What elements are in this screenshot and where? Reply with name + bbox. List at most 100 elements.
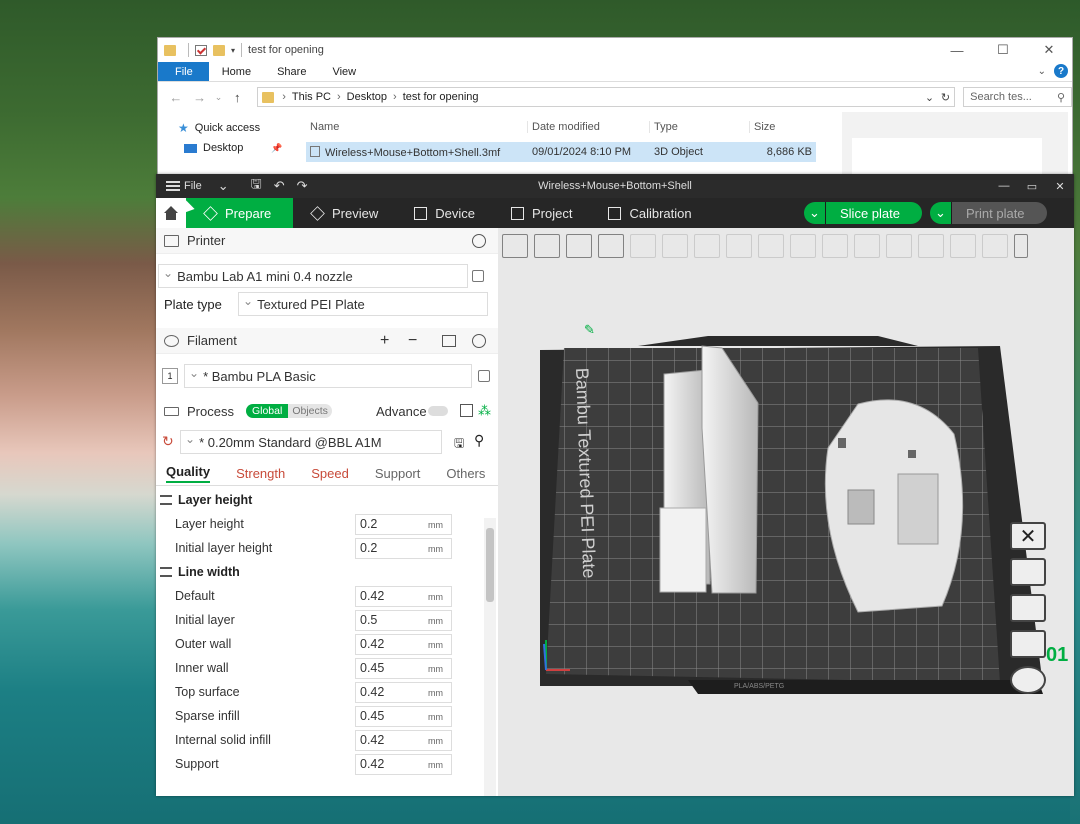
tab-home[interactable]: Home [209,62,264,81]
delete-icon[interactable]: ✕ [1010,522,1046,550]
edit-icon[interactable] [472,270,484,282]
redo-icon[interactable]: ↷ [297,178,308,194]
address-dropdown-icon[interactable]: ⌄ [925,91,934,104]
minimize-icon[interactable]: — [934,38,980,62]
close-icon[interactable]: ✕ [1046,174,1074,198]
filament-select[interactable]: * Bambu PLA Basic [184,364,472,388]
tab-share[interactable]: Share [264,62,319,81]
slice-plate-button[interactable]: ⌄ Slice plate [804,202,922,224]
breadcrumb-desktop[interactable]: Desktop [347,91,387,103]
menu-icon[interactable] [166,181,180,191]
part-detail [838,438,846,448]
tab-file[interactable]: File [158,62,209,81]
process-preset-select[interactable]: * 0.20mm Standard @BBL A1M [180,430,442,454]
plate-settings-icon[interactable] [1010,666,1046,694]
slice-dropdown-icon[interactable]: ⌄ [804,202,826,224]
column-size[interactable]: Size [750,121,816,133]
param-unit: mm [428,712,443,722]
search-placeholder: Search tes... [970,91,1032,103]
back-arrow-icon[interactable]: ← [166,90,186,105]
plate-preview-icon[interactable] [1010,558,1046,586]
scrollbar[interactable] [484,518,496,796]
param-row: Top surface 0.42 mm [156,680,498,704]
save-icon[interactable]: 🖫 [251,175,262,197]
lock-icon[interactable] [1010,630,1046,658]
tab-quality[interactable]: Quality [166,464,211,483]
param-unit: mm [428,616,443,626]
tab-device[interactable]: Device [396,198,493,228]
tab-view[interactable]: View [319,62,369,81]
maximize-icon[interactable]: ☐ [980,38,1026,62]
part-mouse-shell[interactable] [824,399,964,613]
refresh-icon[interactable]: ↻ [941,91,950,104]
column-date[interactable]: Date modified [528,121,650,133]
maximize-icon[interactable]: ▭ [1018,174,1046,198]
recent-dropdown-icon[interactable]: ⌄ [214,92,224,103]
search-icon[interactable]: ⚲ [474,432,484,449]
remove-filament-icon[interactable]: − [408,332,417,350]
tab-prepare[interactable]: Prepare [186,198,293,228]
scrollbar-thumb[interactable] [486,528,494,602]
help-icon[interactable]: ? [1054,64,1068,78]
print-plate-button[interactable]: ⌄ Print plate [930,202,1047,224]
properties-icon[interactable] [195,44,207,56]
address-box[interactable]: › This PC › Desktop › test for opening ⌄… [257,87,956,107]
global-option[interactable]: Global [245,404,289,418]
close-icon[interactable]: ✕ [1026,38,1072,62]
up-arrow-icon[interactable]: ↑ [227,90,247,105]
part-block[interactable] [659,507,707,593]
tab-preview[interactable]: Preview [293,198,396,228]
objects-option[interactable]: Objects [288,404,332,418]
tab-strength[interactable]: Strength [236,466,285,481]
tab-others[interactable]: Others [446,466,485,481]
tab-project[interactable]: Project [493,198,590,228]
ribbon-expand-icon[interactable]: ⌄ [1038,66,1046,77]
param-row: Outer wall 0.42 mm [156,632,498,656]
file-name: Wireless+Mouse+Bottom+Shell.3mf [306,145,528,159]
gear-icon[interactable] [472,334,486,348]
file-menu[interactable]: File [184,180,202,192]
column-name[interactable]: Name [306,121,528,133]
minimize-icon[interactable]: — [990,174,1018,198]
tab-calibration[interactable]: Calibration [590,198,709,228]
save-preset-icon[interactable]: 🖫 [454,434,464,455]
column-type[interactable]: Type [650,121,750,133]
nav-desktop[interactable]: Desktop 📌 [178,138,283,158]
undo-icon[interactable]: ↶ [274,178,285,194]
customize-qa-icon[interactable]: ▾ [231,46,235,55]
nav-quick-access[interactable]: ★ Quick access [178,118,283,138]
param-label: Outer wall [175,637,232,651]
search-input[interactable]: Search tes... ⚲ [963,87,1072,107]
tab-speed[interactable]: Speed [311,466,349,481]
new-folder-icon[interactable] [213,44,225,56]
filament-slot: 1 [162,368,178,384]
add-filament-icon[interactable]: + [380,332,389,350]
advance-toggle[interactable] [428,406,448,416]
tab-label: Project [532,205,573,221]
print-dropdown-icon[interactable]: ⌄ [930,202,952,224]
3d-viewport[interactable]: ✎ PLA/ABS/PETG Bambu Textured PEI Plate [498,228,1074,796]
printer-select[interactable]: Bambu Lab A1 mini 0.4 nozzle [158,264,468,288]
tab-support[interactable]: Support [375,466,421,481]
global-objects-toggle[interactable]: Global Objects [245,404,332,418]
breadcrumb-folder[interactable]: test for opening [403,91,479,103]
gear-icon[interactable] [472,234,486,248]
compare-icon[interactable] [460,404,473,417]
file-row[interactable]: Wireless+Mouse+Bottom+Shell.3mf 09/01/20… [306,142,816,162]
explorer-title: test for opening [248,44,324,56]
filament-sync-icon[interactable] [442,334,456,347]
cube-icon [203,205,218,221]
explorer-titlebar: ▾ test for opening — ☐ ✕ [158,38,1072,62]
arrange-plate-icon[interactable] [1010,594,1046,622]
breadcrumb-this-pc[interactable]: This PC [292,91,331,103]
layers-icon [310,205,325,221]
plate-type-select[interactable]: Textured PEI Plate [238,292,488,316]
plate-number[interactable]: 01 [1046,644,1068,667]
parameter-list: Layer height Layer height 0.2 mm Initial lay… [156,486,498,776]
objects-list-icon[interactable]: ⁂ [478,403,491,419]
edit-icon[interactable] [478,370,490,382]
forward-arrow-icon[interactable]: → [190,90,210,105]
chevron-down-icon[interactable]: ⌄ [218,178,229,194]
tab-label: Prepare [225,205,272,221]
reset-icon[interactable]: ↻ [162,433,174,450]
